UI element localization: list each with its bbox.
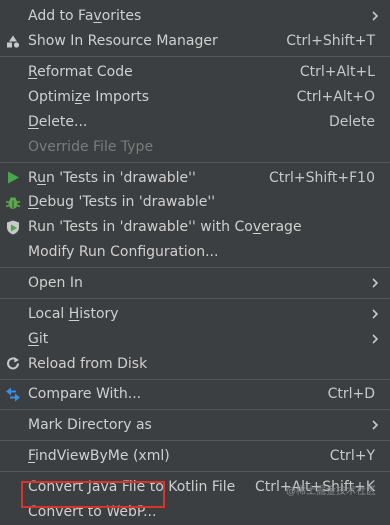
menu-item-local-history[interactable]: Local History <box>0 302 390 327</box>
menu-item-label: Compare With... <box>28 386 142 403</box>
menu-item-optimize-imports[interactable]: Optimize Imports Ctrl+Alt+O <box>0 85 390 110</box>
menu-item-run-tests-in-drawable-with-coverage[interactable]: Run 'Tests in 'drawable'' with Coverage <box>0 215 390 240</box>
menu-separator <box>0 471 390 473</box>
menu-item-label: Local History <box>28 305 119 322</box>
chevron-right-icon <box>369 277 381 289</box>
shortcut-label: Delete <box>329 113 375 130</box>
menu-item-show-in-resource-manager[interactable]: Show In Resource Manager Ctrl+Shift+T <box>0 29 390 54</box>
menu-item-findviewbyme-xml[interactable]: FindViewByMe (xml) Ctrl+Y <box>0 444 390 469</box>
menu-item-label: Git <box>28 330 49 347</box>
menu-item-reformat-code[interactable]: Reformat Code Ctrl+Alt+L <box>0 60 390 85</box>
menu-item-label: Run 'Tests in 'drawable'' with Coverage <box>28 219 302 236</box>
shortcut-label: Ctrl+Shift+F10 <box>268 169 375 186</box>
menu-separator <box>0 378 390 380</box>
menu-item-reload-from-disk[interactable]: Reload from Disk <box>0 351 390 376</box>
chevron-right-icon <box>369 308 381 320</box>
compare-icon <box>4 386 21 403</box>
menu-item-delete[interactable]: Delete... Delete <box>0 109 390 134</box>
context-menu: Add to Favorites Show In Resource Manager… <box>0 4 390 525</box>
shortcut-label: Ctrl+Alt+L <box>299 64 375 81</box>
menu-item-open-in[interactable]: Open In <box>0 271 390 296</box>
chevron-right-icon <box>369 333 381 345</box>
menu-item-label: Reload from Disk <box>28 355 148 372</box>
resource-manager-icon <box>4 33 21 50</box>
menu-separator <box>0 409 390 411</box>
menu-separator <box>0 56 390 58</box>
menu-item-git[interactable]: Git <box>0 326 390 351</box>
menu-separator <box>0 266 390 268</box>
menu-item-label: Open In <box>28 274 83 291</box>
run-icon <box>4 169 21 186</box>
menu-separator <box>0 161 390 163</box>
menu-item-label: Debug 'Tests in 'drawable'' <box>28 194 216 211</box>
menu-item-label: Mark Directory as <box>28 417 152 434</box>
chevron-right-icon <box>369 10 381 22</box>
shortcut-label: Ctrl+Y <box>329 448 375 465</box>
menu-item-label: Delete... <box>28 113 88 130</box>
debug-icon <box>4 194 21 211</box>
menu-separator <box>0 297 390 299</box>
highlight-box <box>21 481 165 508</box>
menu-item-override-file-type: Override File Type <box>0 134 390 159</box>
menu-item-label: Add to Favorites <box>28 8 142 25</box>
menu-item-label: Optimize Imports <box>28 88 149 105</box>
chevron-right-icon <box>369 419 381 431</box>
menu-item-modify-run-configuration[interactable]: Modify Run Configuration... <box>0 240 390 265</box>
menu-item-label: Run 'Tests in 'drawable'' <box>28 169 196 186</box>
menu-item-mark-directory-as[interactable]: Mark Directory as <box>0 413 390 438</box>
menu-item-label: FindViewByMe (xml) <box>28 448 170 465</box>
menu-item-label: Reformat Code <box>28 64 133 81</box>
menu-item-run-tests-in-drawable[interactable]: Run 'Tests in 'drawable'' Ctrl+Shift+F10 <box>0 165 390 190</box>
menu-separator <box>0 440 390 442</box>
menu-item-add-to-favorites[interactable]: Add to Favorites <box>0 4 390 29</box>
shortcut-label: Ctrl+Shift+T <box>286 33 375 50</box>
menu-item-label: Show In Resource Manager <box>28 33 218 50</box>
menu-item-label: Override File Type <box>28 138 154 155</box>
menu-item-label: Modify Run Configuration... <box>28 243 219 260</box>
coverage-icon <box>4 219 21 236</box>
reload-icon <box>4 355 21 372</box>
menu-item-compare-with[interactable]: Compare With... Ctrl+D <box>0 382 390 407</box>
shortcut-label: Ctrl+Alt+O <box>296 88 375 105</box>
watermark: @稀土掘金技术社区 <box>286 486 376 497</box>
menu-item-debug-tests-in-drawable[interactable]: Debug 'Tests in 'drawable'' <box>0 190 390 215</box>
shortcut-label: Ctrl+D <box>327 386 375 403</box>
